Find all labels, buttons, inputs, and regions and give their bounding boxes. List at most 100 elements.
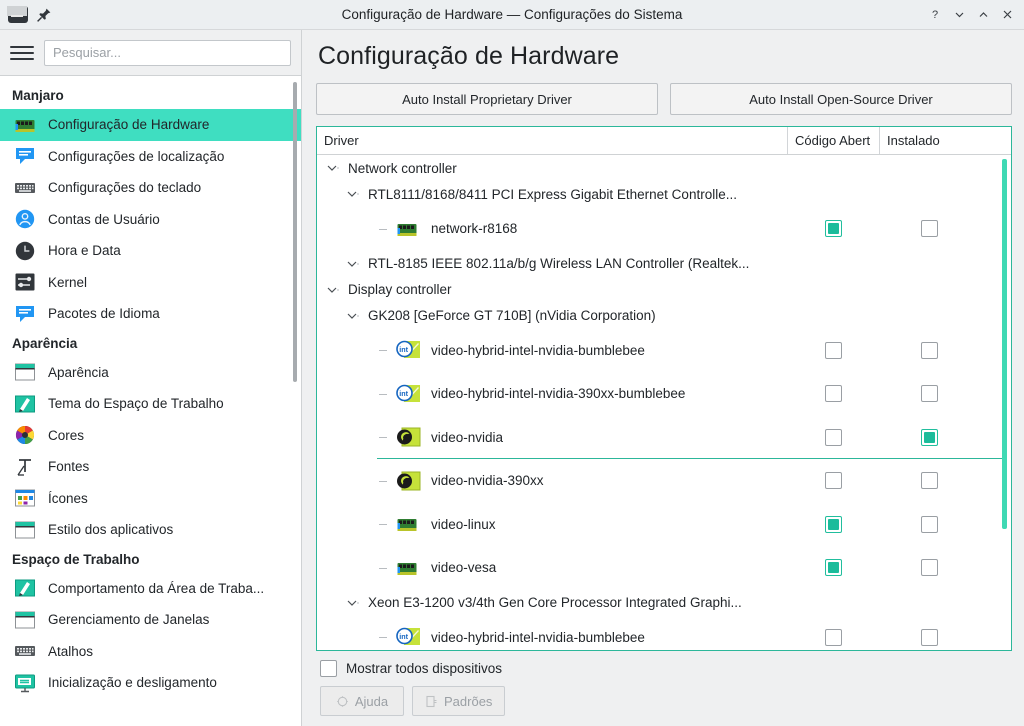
keyboard-icon — [14, 177, 36, 199]
installed-checkbox[interactable] — [921, 220, 938, 238]
maximize-button[interactable] — [972, 4, 994, 26]
chevron-down-icon[interactable] — [345, 187, 359, 201]
icons-grid-icon — [14, 487, 36, 509]
titlebar-left-icons — [0, 6, 120, 23]
sidebar-item-apar-ncia[interactable]: Aparência — [0, 357, 301, 389]
open-source-checkbox[interactable] — [824, 559, 842, 577]
category-row[interactable]: Display controller — [317, 277, 1011, 303]
sidebar-item-tema-do-espa-o-de-trabalho[interactable]: Tema do Espaço de Trabalho — [0, 388, 301, 420]
driver-row-name-cell: network-r8168 — [317, 218, 787, 240]
sidebar-item-label: Fontes — [48, 459, 90, 475]
driver-row-label: RTL-8185 IEEE 802.11a/b/g Wireless LAN C… — [368, 256, 750, 271]
svg-text:int: int — [399, 632, 408, 641]
driver-row[interactable]: video-vesa — [317, 546, 1011, 590]
sidebar-item-label: Cores — [48, 427, 85, 443]
driver-row[interactable]: int video-hybrid-intel-nvidia-390xx-bumb… — [317, 372, 1011, 416]
help-button-footer[interactable]: Ajuda — [320, 686, 404, 716]
sidebar-item-gerenciamento-de-janelas[interactable]: Gerenciamento de Janelas — [0, 604, 301, 636]
network-card-icon — [396, 513, 422, 535]
sidebar-item-configura-es-do-teclado[interactable]: Configurações do teclado — [0, 172, 301, 204]
driver-row[interactable]: video-nvidia-390xx — [317, 459, 1011, 503]
window-icon — [14, 361, 36, 383]
sidebar-item-inicializa-o-e-desligamento[interactable]: Inicialização e desligamento — [0, 667, 301, 699]
auto-install-proprietary-button[interactable]: Auto Install Proprietary Driver — [316, 83, 658, 115]
window-controls: ? — [924, 4, 1024, 26]
driver-row-name-cell: Display controller — [317, 282, 787, 297]
open-source-checkbox[interactable] — [824, 628, 842, 646]
sidebar-item-configura-es-de-localiza-o[interactable]: Configurações de localização — [0, 141, 301, 173]
sidebar-item-label: Kernel — [48, 274, 88, 290]
driver-row[interactable]: network-r8168 — [317, 207, 1011, 251]
open-source-checkbox[interactable] — [824, 220, 842, 238]
sidebar-item-configura-o-de-hardware[interactable]: Configuração de Hardware — [0, 109, 301, 141]
chevron-down-icon[interactable] — [325, 283, 339, 297]
sidebar-item-kernel[interactable]: Kernel — [0, 267, 301, 299]
sidebar: Manjaro Configuração de Hardware Configu… — [0, 30, 302, 726]
chevron-down-icon[interactable] — [345, 309, 359, 323]
network-card-icon — [14, 114, 36, 136]
sidebar-item-atalhos[interactable]: Atalhos — [0, 636, 301, 668]
sidebar-item-comportamento-da-rea-de-traba[interactable]: Comportamento da Área de Traba... — [0, 573, 301, 605]
driver-tree-scrollbar[interactable] — [1002, 159, 1007, 529]
sidebar-item-estilo-dos-aplicativos[interactable]: Estilo dos aplicativos — [0, 514, 301, 546]
installed-cell — [879, 341, 1011, 359]
open-source-checkbox[interactable] — [824, 428, 842, 446]
open-source-checkbox[interactable] — [824, 472, 842, 490]
auto-install-open-source-button[interactable]: Auto Install Open-Source Driver — [670, 83, 1012, 115]
driver-row[interactable]: int video-hybrid-intel-nvidia-bumblebee — [317, 616, 1011, 651]
device-row[interactable]: Xeon E3-1200 v3/4th Gen Core Processor I… — [317, 590, 1011, 616]
device-row[interactable]: GK208 [GeForce GT 710B] (nVidia Corporat… — [317, 303, 1011, 329]
monitor-icon — [14, 672, 36, 694]
driver-row-name-cell: Network controller — [317, 161, 787, 176]
driver-row[interactable]: video-linux — [317, 503, 1011, 547]
svg-text:int: int — [399, 389, 408, 398]
user-circle-icon — [14, 208, 36, 230]
installed-checkbox[interactable] — [921, 428, 938, 446]
pin-icon[interactable] — [36, 7, 52, 23]
installed-checkbox[interactable] — [921, 559, 938, 577]
sidebar-item-hora-e-data[interactable]: Hora e Data — [0, 235, 301, 267]
chevron-down-icon[interactable] — [345, 596, 359, 610]
page-title: Configuração de Hardware — [318, 42, 620, 70]
column-header-driver[interactable]: Driver — [317, 127, 787, 154]
category-row[interactable]: Network controller — [317, 155, 1011, 181]
defaults-button[interactable]: Padrões — [412, 686, 506, 716]
minimize-button[interactable] — [948, 4, 970, 26]
driver-row-label: network-r8168 — [431, 221, 518, 237]
installed-checkbox[interactable] — [921, 472, 938, 490]
open-source-checkbox[interactable] — [824, 385, 842, 403]
installed-checkbox[interactable] — [921, 341, 938, 359]
sidebar-item-cores[interactable]: Cores — [0, 420, 301, 452]
sidebar-item-contas-de-usu-rio[interactable]: Contas de Usuário — [0, 204, 301, 236]
chevron-down-icon[interactable] — [325, 161, 339, 175]
sidebar-group-header: Espaço de Trabalho — [12, 551, 140, 567]
sidebar-scrollbar[interactable] — [293, 82, 297, 382]
show-all-devices-checkbox[interactable] — [320, 660, 337, 677]
sidebar-item-fontes[interactable]: Fontes — [0, 451, 301, 483]
svg-text:int: int — [399, 345, 408, 354]
close-button[interactable] — [996, 4, 1018, 26]
column-header-open-source[interactable]: Código Abert — [787, 127, 879, 154]
installed-checkbox[interactable] — [921, 628, 938, 646]
search-input[interactable] — [44, 39, 291, 66]
device-row[interactable]: RTL-8185 IEEE 802.11a/b/g Wireless LAN C… — [317, 251, 1011, 277]
show-all-devices-row[interactable]: Mostrar todos dispositivos — [320, 660, 1012, 677]
device-row[interactable]: RTL8111/8168/8411 PCI Express Gigabit Et… — [317, 181, 1011, 207]
driver-row[interactable]: int video-hybrid-intel-nvidia-bumblebee — [317, 329, 1011, 373]
keyboard-icon — [14, 640, 36, 662]
chevron-down-icon[interactable] — [345, 257, 359, 271]
driver-row-label: video-hybrid-intel-nvidia-390xx-bumblebe… — [431, 386, 686, 402]
help-button[interactable]: ? — [924, 4, 946, 26]
driver-row[interactable]: video-nvidia — [317, 416, 1011, 460]
open-source-checkbox[interactable] — [824, 341, 842, 359]
sidebar-item-cones[interactable]: Ícones — [0, 483, 301, 515]
nvidia-icon — [396, 426, 422, 448]
installed-checkbox[interactable] — [921, 385, 938, 403]
hamburger-menu-icon[interactable] — [10, 43, 34, 63]
main-content: Configuração de Hardware Auto Install Pr… — [302, 30, 1024, 726]
driver-row-label: video-nvidia-390xx — [431, 473, 544, 489]
installed-checkbox[interactable] — [921, 515, 938, 533]
column-header-installed[interactable]: Instalado — [879, 127, 1011, 154]
sidebar-item-pacotes-de-idioma[interactable]: Pacotes de Idioma — [0, 298, 301, 330]
open-source-checkbox[interactable] — [824, 515, 842, 533]
